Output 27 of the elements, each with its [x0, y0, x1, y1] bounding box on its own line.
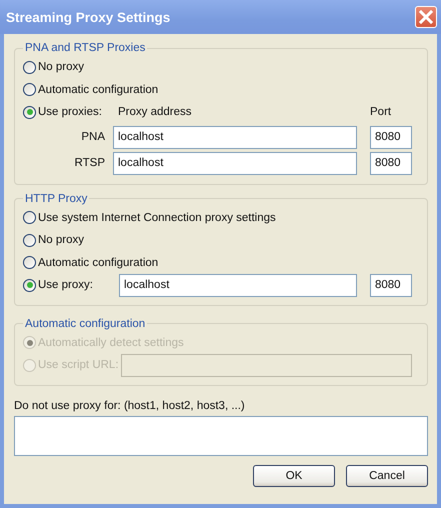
close-icon — [418, 9, 434, 25]
bypass-field[interactable] — [14, 416, 428, 456]
field-label: RTSP — [74, 157, 106, 169]
radio-button[interactable]: Automatic configuration — [23, 83, 158, 96]
radio-button[interactable]: No proxy — [23, 234, 84, 247]
address-field[interactable]: localhost — [113, 152, 357, 174]
port-field[interactable]: 8080 — [370, 152, 412, 174]
window-title: Streaming Proxy Settings — [6, 10, 170, 24]
radio-button[interactable]: Use system Internet Connection proxy settings — [23, 211, 276, 224]
group-title: HTTP Proxy — [24, 192, 88, 204]
address-field[interactable]: localhost — [119, 274, 357, 297]
radio-button[interactable]: Automatic configuration — [23, 256, 158, 270]
column-heading: Proxy address — [118, 106, 193, 118]
radio-button[interactable]: Use proxies: — [23, 106, 118, 119]
group-title: Automatic configuration — [24, 318, 146, 330]
column-heading: Port — [370, 106, 392, 118]
port-field[interactable]: 8080 — [370, 126, 412, 148]
radio-button[interactable]: No proxy — [23, 60, 84, 74]
ok-button[interactable]: OK — [253, 464, 335, 486]
group-title: PNA and RTSP Proxies — [24, 42, 146, 54]
field-label: Do not use proxy for: (host1, host2, host3, ...) — [14, 400, 246, 412]
close-button[interactable] — [415, 6, 437, 28]
radio-button[interactable]: Use proxy: — [23, 278, 119, 292]
port-field[interactable]: 8080 — [370, 274, 412, 297]
field-label: PNA — [80, 131, 106, 143]
address-field[interactable]: localhost — [113, 126, 357, 148]
cancel-button[interactable]: Cancel — [346, 464, 428, 486]
